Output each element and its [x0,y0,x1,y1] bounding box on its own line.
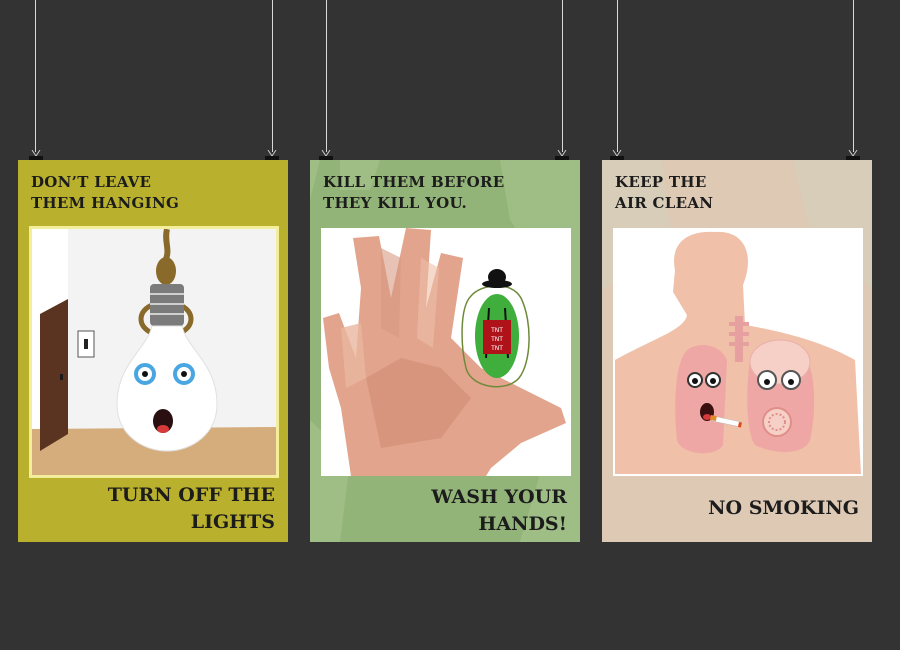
svg-text:TNT: TNT [490,345,503,352]
hanging-wire [617,0,618,152]
poster-no-smoking: KEEP THE AIR CLEAN NO SMOKING [602,160,872,542]
poster-wash-hands: KILL THEM BEFORE THEY KILL YOU. TNT TNT … [310,160,580,542]
poster-illustration: TNT TNT TNT [321,228,571,476]
svg-text:TNT: TNT [490,336,503,343]
gas-mask-icon [747,339,815,452]
hanging-wire [326,0,327,152]
poster-caption: NO SMOKING [708,497,859,519]
hand-icon [323,228,566,476]
poster-title: KEEP THE AIR CLEAN [615,173,714,212]
hanging-wire [562,0,563,152]
hanging-wire [272,0,273,152]
tnt-icon: TNT TNT TNT [483,320,511,354]
poster-caption: WASH YOUR HANDS! [431,486,567,535]
hanging-wire [853,0,854,152]
poster-turn-off-lights: DON’T LEAVE THEM HANGING TURN OFF THE LI… [18,160,288,542]
poster-illustration [613,228,863,476]
poster-caption: TURN OFF THE LIGHTS [107,484,275,533]
poster-title: DON’T LEAVE THEM HANGING [31,173,180,212]
lungs-icon [675,345,727,454]
poster-illustration [29,226,279,478]
svg-text:TNT: TNT [490,327,503,334]
hanging-wire [35,0,36,152]
door-icon [40,299,68,451]
poster-title: KILL THEM BEFORE THEY KILL YOU. [323,173,505,212]
light-switch-icon [77,330,95,358]
